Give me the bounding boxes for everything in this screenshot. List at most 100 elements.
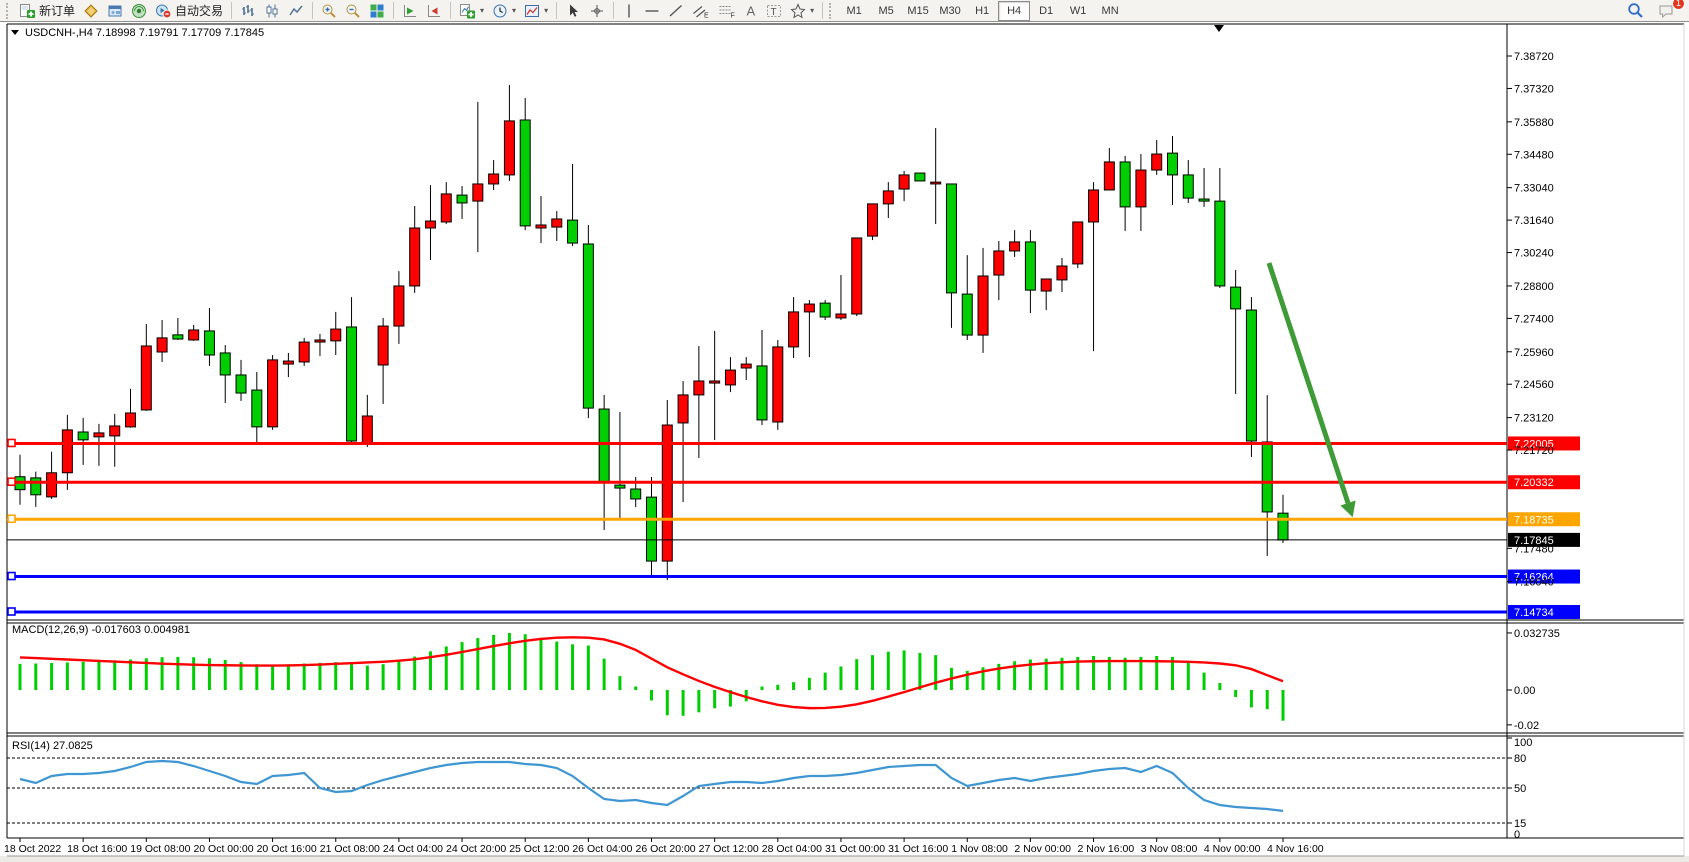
chevron-down-icon[interactable]: ▾ [512,6,516,15]
candle [946,184,956,293]
candle [1262,442,1272,512]
candle [331,329,341,341]
shapes-button[interactable]: ▾ [786,0,818,22]
vline-button[interactable] [618,0,640,22]
candle [1073,222,1083,264]
price-axis-tick-label: 7.21720 [1514,445,1554,457]
bar-chart-button[interactable] [236,0,260,22]
timeframe-button-m30[interactable]: M30 [934,1,966,21]
candle [441,194,451,222]
candle [1215,201,1225,286]
timeframe-button-m1[interactable]: M1 [838,1,870,21]
hline-handle[interactable] [8,608,15,615]
candle [31,478,41,495]
zoom-out-button[interactable] [341,0,365,22]
periods-button[interactable]: ▾ [488,0,520,22]
search-button[interactable] [1623,0,1648,22]
crosshair-button[interactable] [585,0,609,22]
price-axis-tick-label: 7.30240 [1514,248,1554,260]
promo-button[interactable] [79,0,103,22]
hline-icon [644,3,660,19]
timeframe-button-w1[interactable]: W1 [1062,1,1094,21]
hline-handle[interactable] [8,515,15,522]
candle [962,294,972,335]
candle [347,327,357,441]
chat-button[interactable]: 1 [1654,0,1679,22]
timeframe-button-h4[interactable]: H4 [998,1,1030,21]
candle [315,340,325,342]
hline-button[interactable] [640,0,664,22]
text-label-button[interactable]: T [762,0,786,22]
candle [220,353,230,375]
timeframe-button-mn[interactable]: MN [1094,1,1126,21]
templates-button[interactable]: ▾ [520,0,552,22]
toolbar-drag-handle[interactable] [6,3,13,19]
price-axis-tick-label: 7.24560 [1514,379,1554,391]
candle [1104,162,1114,190]
hline-handle[interactable] [8,439,15,446]
candle [394,286,404,326]
window-bottom-strip [0,856,1689,862]
auto-scroll-icon [402,3,418,19]
crosshair-icon [589,3,605,19]
candle [425,221,435,228]
candle [568,220,578,243]
price-axis-tick-label: 7.31640 [1514,215,1554,227]
text-button[interactable]: A [740,0,762,22]
chevron-down-icon[interactable]: ▾ [480,6,484,15]
chevron-down-icon[interactable]: ▾ [544,6,548,15]
rsi-axis-tick-label: 0 [1514,829,1520,841]
auto-scroll-button[interactable] [398,0,422,22]
candle [804,304,814,312]
price-axis-tick-label: 7.16040 [1514,577,1554,589]
timeframe-drag-handle[interactable] [829,3,836,19]
candle [710,381,720,383]
candle [694,381,704,395]
hline-price-label: 7.14734 [1514,607,1554,619]
price-axis-tick-label: 7.37320 [1514,83,1554,95]
hline-handle[interactable] [8,478,15,485]
candle [126,413,136,427]
fibonacci-button[interactable]: F [714,0,740,22]
new-order-button[interactable]: 新订单 [15,0,79,22]
autotrading-button[interactable]: 自动交易 [151,0,227,22]
chevron-down-icon[interactable]: ▾ [810,6,814,15]
timeframe-button-m15[interactable]: M15 [902,1,934,21]
line-chart-icon [288,3,304,19]
time-axis-label: 2 Nov 00:00 [1014,843,1071,855]
candle [883,191,893,204]
zoom-in-button[interactable] [317,0,341,22]
svg-text:E: E [704,12,709,19]
trendline-icon [668,3,684,19]
signal-icon [131,3,147,19]
channel-button[interactable]: E [688,0,714,22]
community-button[interactable] [103,0,127,22]
cursor-button[interactable] [561,0,585,22]
toolbar-separator [231,2,232,19]
trendline-button[interactable] [664,0,688,22]
candle [504,121,514,175]
time-axis-label: 20 Oct 00:00 [193,843,253,855]
price-axis-tick-label: 7.28800 [1514,281,1554,293]
indicators-button[interactable]: ▾ [455,0,488,22]
signals-button[interactable] [127,0,151,22]
gold-icon [83,3,99,19]
line-chart-button[interactable] [284,0,308,22]
new-order-icon [19,3,36,19]
candle [489,174,499,184]
macd-axis-tick-label: 0.032735 [1514,628,1560,640]
price-axis-tick-label: 7.17480 [1514,543,1554,555]
timeframe-button-m5[interactable]: M5 [870,1,902,21]
candle [789,312,799,347]
chart-shift-button[interactable] [422,0,446,22]
candle [1246,310,1256,441]
candle [299,342,309,362]
svg-text:A: A [747,3,756,18]
time-axis-label: 24 Oct 04:00 [383,843,443,855]
tile-windows-button[interactable] [365,0,389,22]
timeframe-button-h1[interactable]: H1 [966,1,998,21]
time-axis-label: 18 Oct 16:00 [67,843,127,855]
hline-handle[interactable] [8,573,15,580]
candle-chart-button[interactable] [260,0,284,22]
timeframe-button-d1[interactable]: D1 [1030,1,1062,21]
